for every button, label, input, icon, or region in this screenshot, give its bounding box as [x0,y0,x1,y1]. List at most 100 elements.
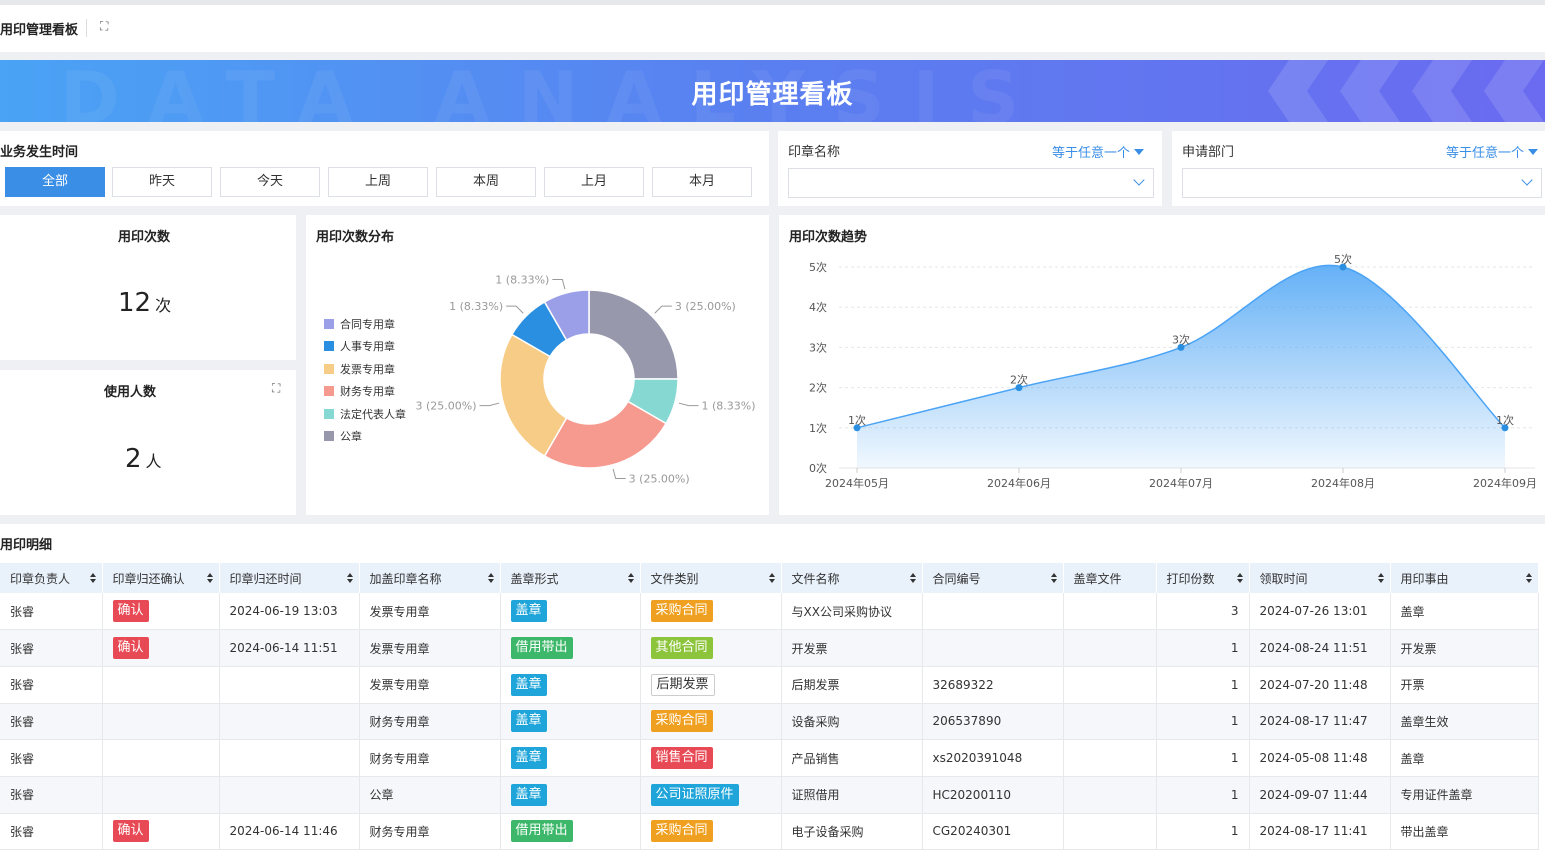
column-header[interactable]: 合同编号 [922,563,1064,593]
sort-icon[interactable] [1525,573,1532,583]
table-row[interactable]: 张睿 财务专用章 盖章 销售合同 产品销售 xs2020391048 1 2024-05-08… [0,739,1539,777]
sort-icon[interactable] [89,573,96,583]
sort-icon[interactable] [909,573,916,583]
table-cell-owner: 张睿 [0,593,103,631]
column-header[interactable]: 印章负责人 [0,563,103,593]
sort-icon[interactable] [487,573,494,583]
pie-data-label: 1 (8.33%) [495,274,549,287]
table-cell-return-time [219,666,360,704]
table-row[interactable]: 张睿 确认 2024-06-14 11:46 财务专用章 借用带出 采购合同 电子设备采购 C… [0,813,1539,851]
column-header-label: 印章归还时间 [229,571,302,586]
column-header[interactable]: 文件类别 [640,563,782,593]
column-header[interactable]: 加盖印章名称 [359,563,501,593]
y-tick-label: 3次 [809,340,827,354]
sort-icon[interactable] [1050,573,1057,583]
file-category-tag: 后期发票 [650,673,715,696]
seal-form-tag: 借用带出 [510,637,573,660]
pie-label-line [654,305,672,314]
time-filter-button[interactable]: 本周 [436,167,536,197]
table-cell-contract: CG20240301 [922,813,1064,851]
sort-icon[interactable] [1236,573,1243,583]
pie-label-line [612,468,626,479]
table-cell-contract: 206537890 [922,703,1064,741]
dept-filter-operator[interactable]: 等于任意一个 [1446,142,1539,161]
seal-filter-label: 印章名称 [788,145,841,160]
pie-label-line [552,279,566,290]
table-cell-doc [1063,593,1157,631]
pie-data-label: 3 (25.00%) [675,300,736,313]
table-cell-seal: 公章 [359,776,501,814]
fullscreen-icon[interactable]: ⛶ [100,19,108,34]
table-cell-seal: 发票专用章 [359,629,501,667]
table-cell-reason: 盖章 [1390,739,1539,777]
seal-form-tag: 盖章 [510,747,547,770]
column-header[interactable]: 领取时间 [1249,563,1391,593]
table-cell-seal: 财务专用章 [359,739,501,777]
table-cell-form: 借用带出 [500,629,641,667]
table-cell-category: 采购合同 [640,593,782,631]
sort-icon[interactable] [1377,573,1384,583]
divider [86,19,87,37]
dept-select[interactable] [1182,168,1542,198]
table-cell-return-time: 2024-06-19 13:03 [219,593,360,631]
table-cell-contract: xs2020391048 [922,739,1064,777]
table-row[interactable]: 张睿 公章 盖章 公司证照原件 证照借用 HC20200110 1 2024-09-07 11… [0,776,1539,814]
point-label: 5次 [1334,252,1352,266]
table-cell-confirm [102,666,220,704]
sort-icon[interactable] [346,573,353,583]
y-tick-label: 0次 [809,461,827,475]
column-header[interactable]: 盖章文件 [1063,563,1157,593]
time-filter-button[interactable]: 本月 [652,167,752,197]
column-header[interactable]: 印章归还确认 [102,563,220,593]
table-cell-return-time [219,739,360,777]
file-category-tag: 采购合同 [650,600,713,623]
time-filter-button[interactable]: 上周 [328,167,428,197]
column-header[interactable]: 用印事由 [1390,563,1539,593]
pie-data-label: 3 (25.00%) [415,400,476,413]
column-header[interactable]: 打印份数 [1156,563,1250,593]
table-row[interactable]: 张睿 确认 2024-06-19 13:03 发票专用章 盖章 采购合同 与XX公司采购协议… [0,593,1539,631]
file-category-tag: 销售合同 [650,747,713,770]
seal-name-select[interactable] [788,168,1154,198]
table-cell-reason: 盖章生效 [1390,703,1539,741]
chevron-down-icon [1521,174,1533,186]
table-cell-return-time: 2024-06-14 11:46 [219,813,360,851]
detail-table: 印章负责人 印章归还确认 印章归还时间 加盖印章名称 盖章形式 文件类别 文件名称 合同编号盖… [0,563,1539,851]
table-cell-confirm [102,703,220,741]
table-cell-copies: 1 [1156,739,1250,777]
table-cell-contract: 32689322 [922,666,1064,704]
table-cell-form: 盖章 [500,593,641,631]
seal-form-tag: 盖章 [510,673,547,696]
time-filter-button[interactable]: 今天 [220,167,320,197]
sort-icon[interactable] [627,573,634,583]
table-cell-file: 设备采购 [781,703,923,741]
column-header[interactable]: 文件名称 [781,563,923,593]
sort-icon[interactable] [206,573,213,583]
point-label: 1次 [1496,413,1514,427]
table-cell-pickup: 2024-08-17 11:41 [1249,813,1391,851]
sort-icon[interactable] [768,573,775,583]
table-cell-category: 公司证照原件 [640,776,782,814]
column-header-label: 领取时间 [1259,571,1308,586]
table-cell-pickup: 2024-08-24 11:51 [1249,629,1391,667]
seal-filter-operator[interactable]: 等于任意一个 [1052,142,1145,161]
pie-slice[interactable] [588,289,679,380]
time-filter-button[interactable]: 全部 [5,167,105,197]
table-cell-form: 盖章 [500,666,641,704]
column-header-label: 用印事由 [1400,571,1449,586]
table-row[interactable]: 张睿 发票专用章 盖章 后期发票 后期发票 32689322 1 2024-07-20 11:… [0,666,1539,704]
column-header-label: 合同编号 [932,571,981,586]
confirm-badge: 确认 [112,637,149,660]
table-cell-file: 产品销售 [781,739,923,777]
table-row[interactable]: 张睿 确认 2024-06-14 11:51 发票专用章 借用带出 其他合同 开发票 1 202… [0,629,1539,667]
column-header-label: 加盖印章名称 [369,571,442,586]
time-filter-button[interactable]: 上月 [544,167,644,197]
time-filter-button[interactable]: 昨天 [112,167,212,197]
table-row[interactable]: 张睿 财务专用章 盖章 采购合同 设备采购 206537890 1 2024-08-17 11… [0,703,1539,741]
column-header[interactable]: 印章归还时间 [219,563,360,593]
table-cell-confirm: 确认 [102,629,220,667]
column-header[interactable]: 盖章形式 [500,563,641,593]
table-cell-pickup: 2024-05-08 11:48 [1249,739,1391,777]
fullscreen-icon[interactable]: ⛶ [272,381,280,396]
y-tick-label: 5次 [809,260,827,274]
